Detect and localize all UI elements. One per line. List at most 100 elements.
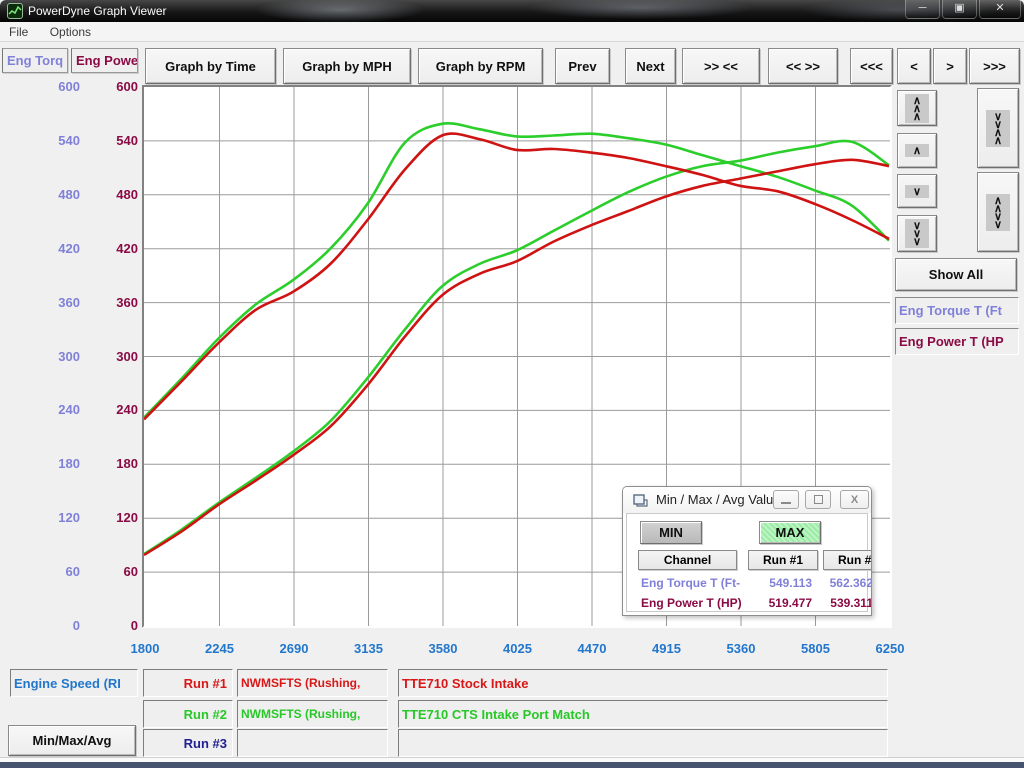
menu-item-options[interactable]: Options xyxy=(41,22,100,42)
minmax-minimize-button[interactable] xyxy=(773,490,799,509)
rpm-axis-tick-3135: 3135 xyxy=(337,641,401,657)
channel-eng-power-box[interactable]: Eng Power T (HP xyxy=(895,328,1019,355)
graph-by-time-button[interactable]: Graph by Time xyxy=(145,48,276,84)
scroll-up-button[interactable]: ∧ xyxy=(897,133,937,168)
window-bottom-frame xyxy=(0,762,1024,768)
power-axis-tick-180: 180 xyxy=(94,456,138,472)
power-axis-tick-0: 0 xyxy=(94,618,138,634)
torque-axis-tick-120: 120 xyxy=(36,510,80,526)
power-axis-tick-600: 600 xyxy=(94,79,138,95)
column-header-run1[interactable]: Run #1 xyxy=(748,550,818,570)
scroll-left-button[interactable]: < xyxy=(897,48,931,84)
zoom-in-horizontal-button[interactable]: >> << xyxy=(682,48,760,84)
x-axis-channel-label: Engine Speed (RI xyxy=(14,676,121,691)
minmax-window-title: Min / Max / Avg Valu... xyxy=(656,492,784,507)
power-axis-tick-240: 240 xyxy=(94,402,138,418)
minmax-window-body: MIN MAX Channel Run #1 Run #2 Eng Torque… xyxy=(626,513,868,612)
rpm-axis-tick-5805: 5805 xyxy=(784,641,848,657)
power-axis-tick-540: 540 xyxy=(94,133,138,149)
power-axis-tick-480: 480 xyxy=(94,187,138,203)
minmaxavg-button[interactable]: Min/Max/Avg xyxy=(8,725,136,756)
max-toggle-button[interactable]: MAX xyxy=(759,521,821,544)
minmax-values-window[interactable]: Min / Max / Avg Valu... X MIN MAX Channe… xyxy=(622,486,872,616)
torque-axis-tick-300: 300 xyxy=(36,349,80,365)
rpm-axis-tick-6250: 6250 xyxy=(858,641,922,657)
torque-axis-tick-0: 0 xyxy=(36,618,80,634)
zoom-out-horizontal-button[interactable]: << >> xyxy=(768,48,838,84)
minimize-button[interactable]: ─ xyxy=(905,0,940,19)
torque-axis-tick-240: 240 xyxy=(36,402,80,418)
tab-eng-torque-axis[interactable]: Eng Torq xyxy=(2,48,68,73)
power-axis-tick-420: 420 xyxy=(94,241,138,257)
row-torque-run2-max: 562.362 xyxy=(823,576,872,590)
zoom-out-vertical-button[interactable]: ∧ ∧ ∨ ∨ xyxy=(977,172,1019,252)
row-power-run2-max: 539.311 xyxy=(823,596,872,610)
channel-eng-torque-box[interactable]: Eng Torque T (Ft xyxy=(895,297,1019,324)
channel-eng-power-label: Eng Power T (HP xyxy=(899,334,1004,349)
rpm-axis-tick-3580: 3580 xyxy=(411,641,475,657)
column-header-channel[interactable]: Channel xyxy=(638,550,737,570)
show-all-button[interactable]: Show All xyxy=(895,258,1017,291)
tab-eng-torque-label: Eng Torq xyxy=(7,53,63,68)
minmax-close-button[interactable]: X xyxy=(840,490,869,509)
tab-eng-power-axis[interactable]: Eng Powe xyxy=(71,48,138,73)
chevron-up-icon: ∧ xyxy=(905,144,929,157)
chevrons-collapse-icon: ∨ ∨ ∧ ∧ xyxy=(986,110,1010,147)
close-button[interactable]: ✕ xyxy=(979,0,1021,19)
scroll-far-right-button[interactable]: >>> xyxy=(969,48,1020,84)
app-icon xyxy=(7,3,23,19)
maximize-icon xyxy=(814,495,823,504)
power-axis-tick-120: 120 xyxy=(94,510,138,526)
tab-eng-power-label: Eng Powe xyxy=(76,53,138,68)
graph-by-mph-button[interactable]: Graph by MPH xyxy=(283,48,411,84)
rpm-axis-tick-4025: 4025 xyxy=(486,641,550,657)
title-bar[interactable]: PowerDyne Graph Viewer ─ ▣ ✕ xyxy=(0,0,1024,22)
rpm-axis-tick-1800: 1800 xyxy=(113,641,177,657)
power-axis-tick-300: 300 xyxy=(94,349,138,365)
scroll-down-button[interactable]: ∨ xyxy=(897,174,937,208)
torque-axis-tick-420: 420 xyxy=(36,241,80,257)
scroll-up-fast-button[interactable]: ∧ ∧ ∧ xyxy=(897,90,937,126)
row-torque-run1-max: 549.113 xyxy=(748,576,812,590)
zoom-in-vertical-button[interactable]: ∨ ∨ ∧ ∧ xyxy=(977,88,1019,168)
scroll-down-fast-button[interactable]: ∨ ∨ ∨ xyxy=(897,215,937,252)
menu-item-file[interactable]: File xyxy=(0,22,37,42)
triple-chevron-down-icon: ∨ ∨ ∨ xyxy=(905,219,929,248)
run2-description-box: TTE710 CTS Intake Port Match xyxy=(398,700,888,728)
menu-bar: File Options xyxy=(0,22,1024,42)
close-icon: X xyxy=(851,494,858,506)
channel-eng-torque-label: Eng Torque T (Ft xyxy=(899,303,1002,318)
chevrons-expand-icon: ∧ ∧ ∨ ∨ xyxy=(986,194,1010,231)
rpm-axis-tick-5360: 5360 xyxy=(709,641,773,657)
min-toggle-button[interactable]: MIN xyxy=(640,521,702,544)
power-axis-tick-60: 60 xyxy=(94,564,138,580)
x-axis-channel-box: Engine Speed (RI xyxy=(10,669,138,697)
triple-chevron-up-icon: ∧ ∧ ∧ xyxy=(905,94,929,123)
graph-by-rpm-button[interactable]: Graph by RPM xyxy=(418,48,543,84)
torque-axis-tick-360: 360 xyxy=(36,295,80,311)
run1-file-box: NWMSFTS (Rushing, xyxy=(237,669,388,697)
rpm-axis-tick-2690: 2690 xyxy=(262,641,326,657)
run3-description-box xyxy=(398,729,888,757)
power-axis-tick-360: 360 xyxy=(94,295,138,311)
run3-label-box[interactable]: Run #3 xyxy=(143,729,233,757)
run2-label-box[interactable]: Run #2 xyxy=(143,700,233,728)
run1-description-box: TTE710 Stock Intake xyxy=(398,669,888,697)
scroll-right-button[interactable]: > xyxy=(933,48,967,84)
row-power-run1-max: 519.477 xyxy=(748,596,812,610)
torque-axis-tick-600: 600 xyxy=(36,79,80,95)
prev-button[interactable]: Prev xyxy=(555,48,610,84)
scroll-far-left-button[interactable]: <<< xyxy=(850,48,893,84)
chevron-down-icon: ∨ xyxy=(905,185,929,198)
window-title: PowerDyne Graph Viewer xyxy=(28,4,167,18)
run1-label-box[interactable]: Run #1 xyxy=(143,669,233,697)
curve-eng-torque-t-run-2-tte710-cts-intake-port-match xyxy=(144,123,889,417)
torque-axis-tick-480: 480 xyxy=(36,187,80,203)
minmax-maximize-button[interactable] xyxy=(805,490,831,509)
minimize-icon xyxy=(781,502,791,504)
restore-button[interactable]: ▣ xyxy=(942,0,977,19)
minmax-window-titlebar[interactable]: Min / Max / Avg Valu... X xyxy=(623,487,871,513)
next-button[interactable]: Next xyxy=(625,48,676,84)
torque-axis-tick-540: 540 xyxy=(36,133,80,149)
column-header-run2[interactable]: Run #2 xyxy=(823,550,872,570)
